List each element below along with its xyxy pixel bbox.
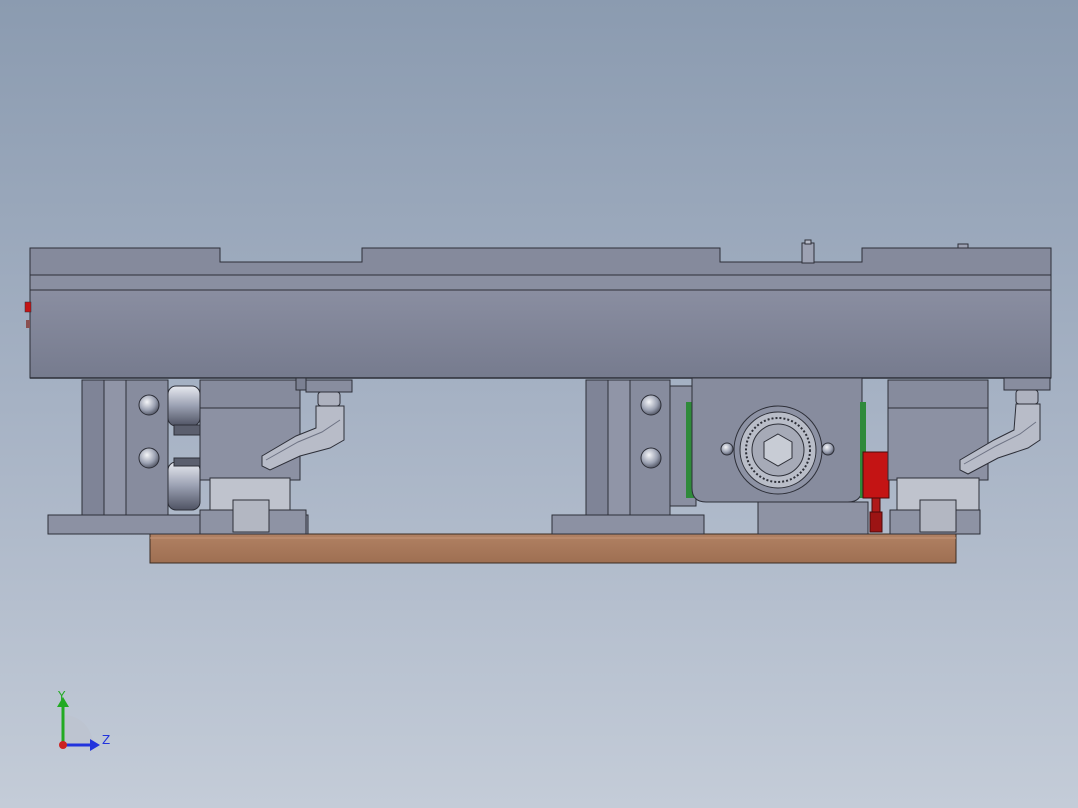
bolt-icon	[138, 394, 160, 416]
top-pin-small	[957, 243, 969, 249]
top-pin	[801, 242, 815, 264]
roller	[167, 461, 201, 511]
top-pin-head	[804, 239, 812, 245]
left-red-tab	[24, 301, 32, 313]
cad-viewport[interactable]: Y Z	[0, 0, 1078, 808]
bolt-icon	[640, 447, 662, 469]
bolt-icon	[640, 394, 662, 416]
axis-label-y: Y	[57, 689, 66, 703]
axis-label-z: Z	[102, 733, 110, 747]
base-plate[interactable]	[149, 533, 957, 564]
top-plate[interactable]	[24, 239, 1052, 379]
roller	[167, 385, 201, 427]
screw-icon	[720, 442, 734, 456]
axis-triad-icon	[57, 697, 100, 751]
right-carriage[interactable]	[551, 377, 1051, 535]
bolt-icon	[138, 447, 160, 469]
left-carriage[interactable]	[47, 377, 353, 535]
screw-icon	[821, 442, 835, 456]
